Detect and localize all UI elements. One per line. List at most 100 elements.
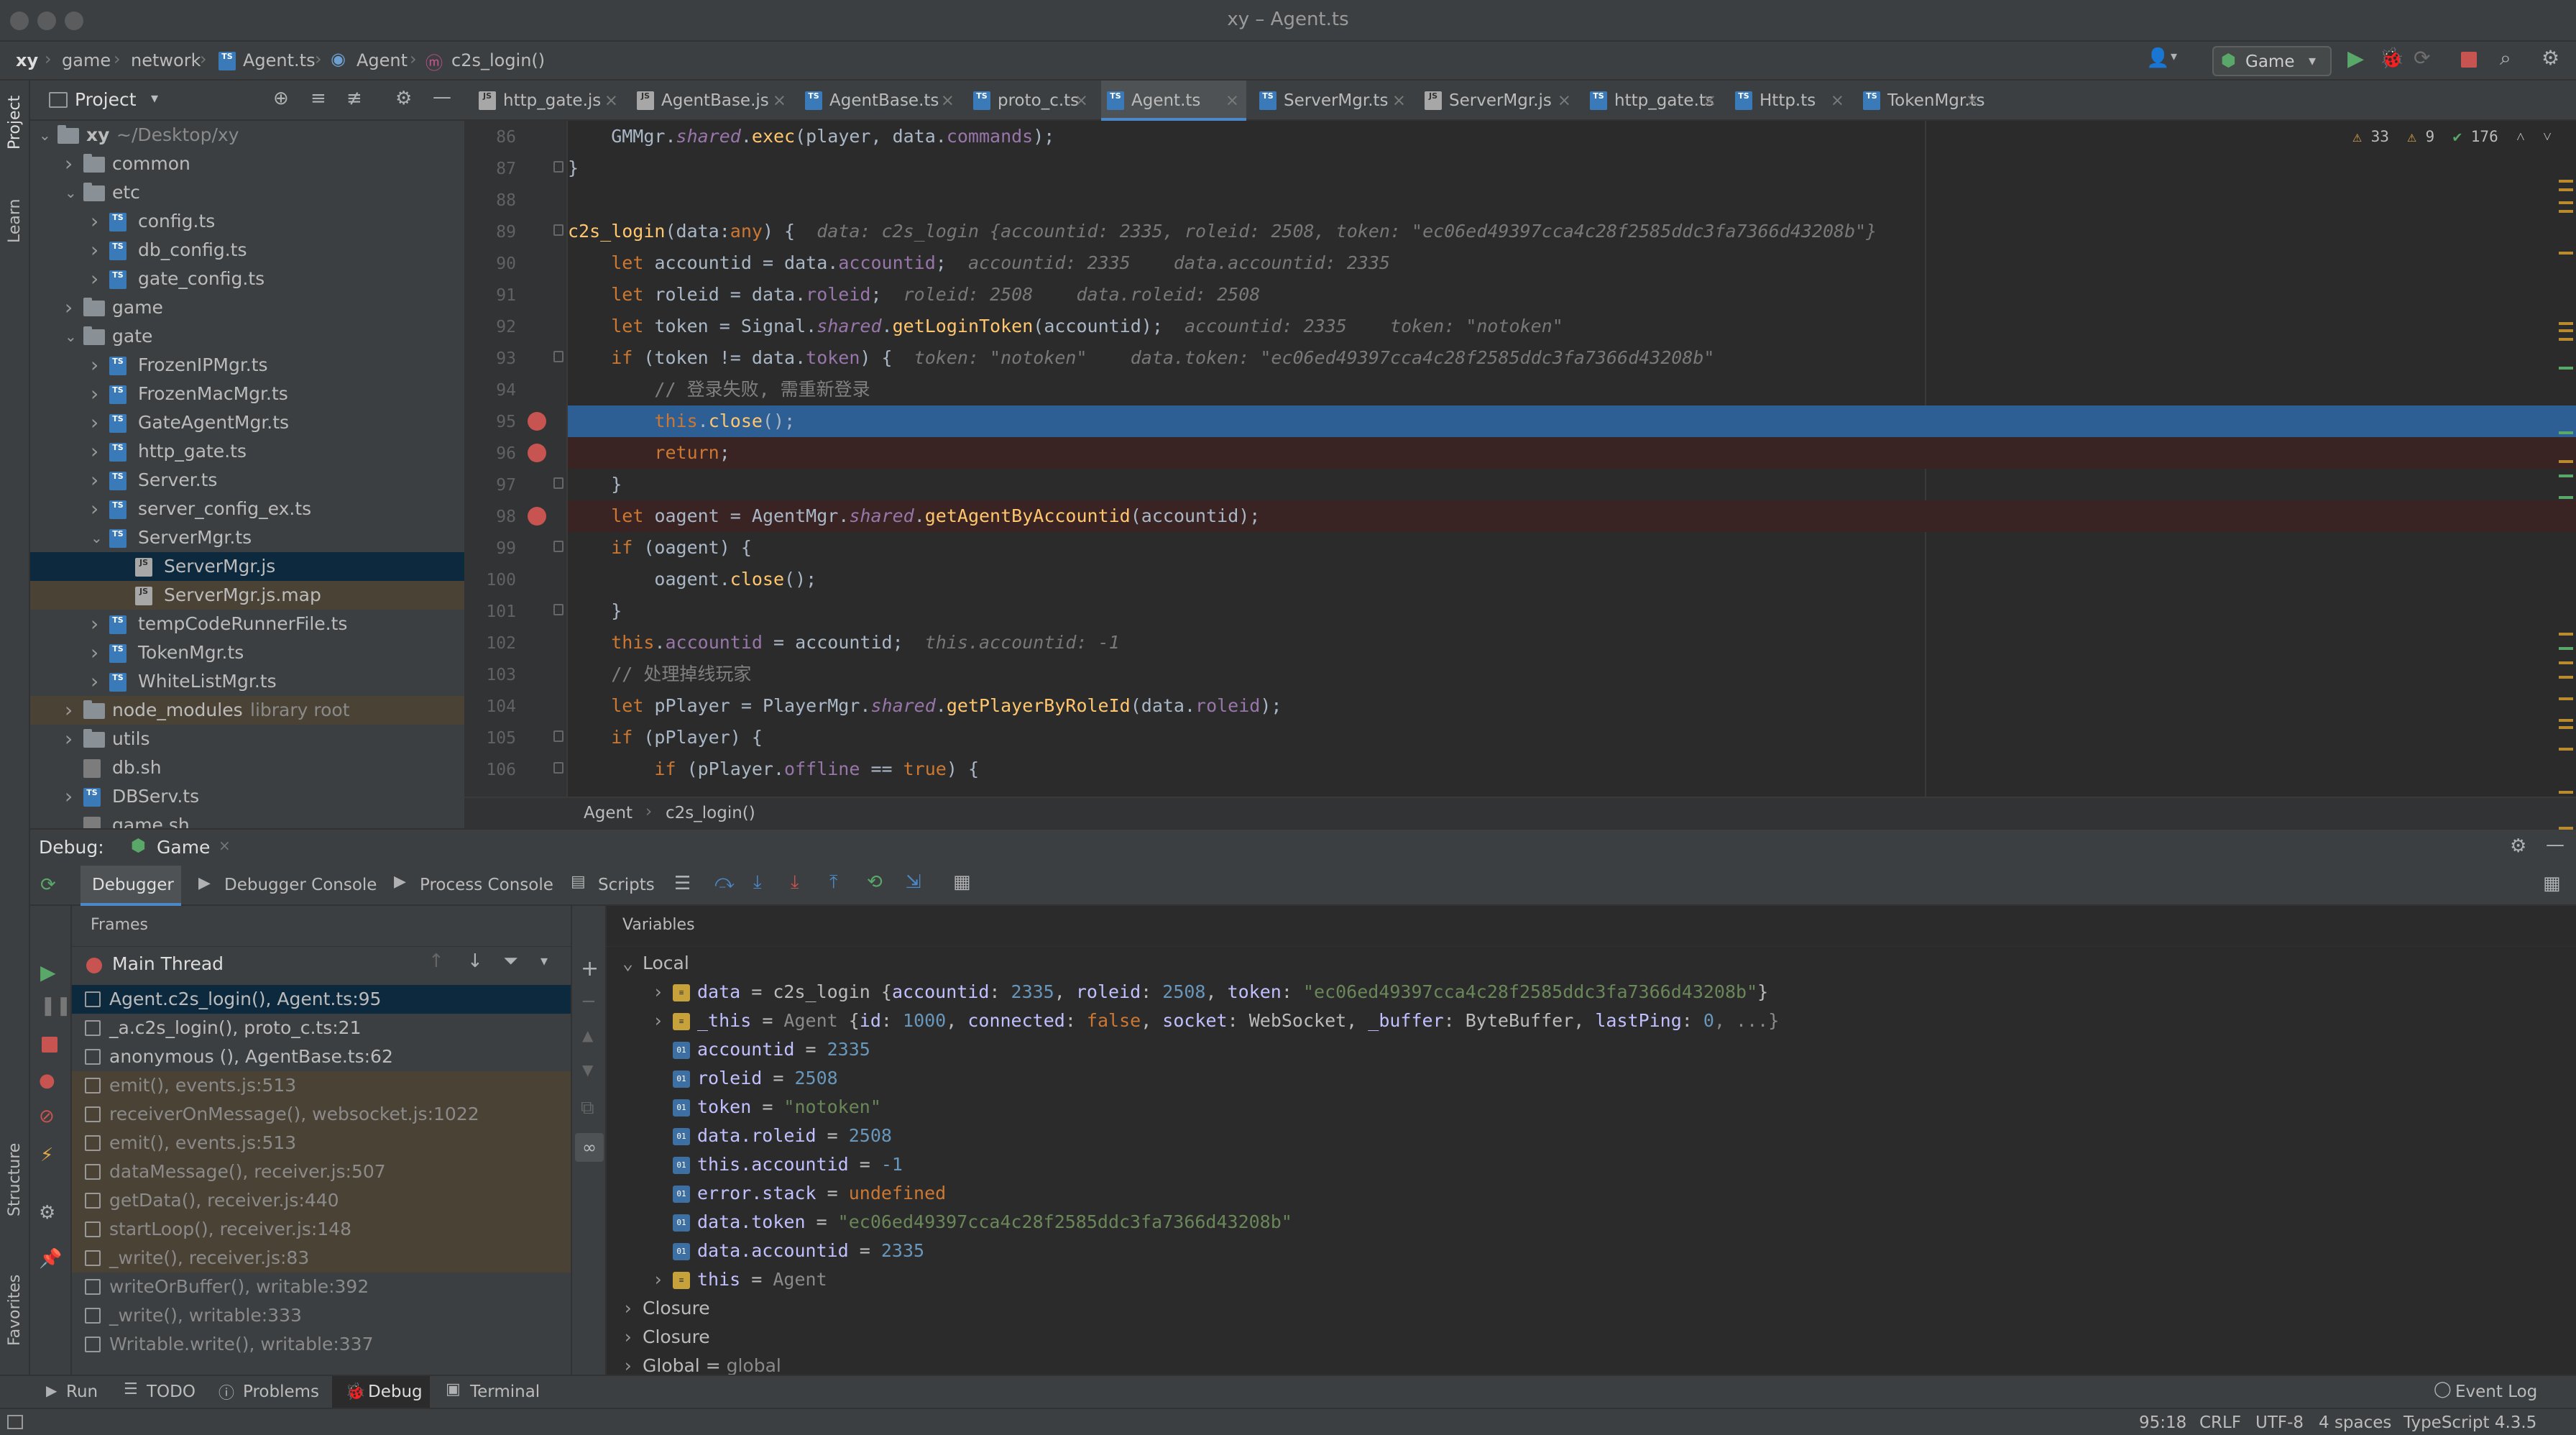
stop-icon[interactable] xyxy=(42,1037,58,1053)
tree-item[interactable]: › TS config.ts xyxy=(30,207,464,236)
variable-row[interactable]: 01 data.token = "ec06ed49397cca4c28f2585d… xyxy=(673,1208,1292,1237)
gear-icon[interactable]: ⚙ xyxy=(2510,835,2526,857)
arrow-down-icon[interactable]: ↓ xyxy=(467,950,483,972)
fold-marker-icon[interactable] xyxy=(553,477,564,489)
filter-icon[interactable]: ⏷ xyxy=(503,950,518,973)
chevron-down-icon[interactable]: ⌄ xyxy=(65,322,77,351)
variable-row[interactable]: 01 data.accountid = 2335 xyxy=(673,1237,924,1265)
tree-item[interactable]: JS ServerMgr.js.map xyxy=(30,581,464,610)
indent-setting[interactable]: 4 spaces xyxy=(2319,1413,2391,1432)
code-line[interactable]: if (oagent) { xyxy=(568,532,2576,564)
chevron-right-icon[interactable]: › xyxy=(91,610,98,638)
resume-icon[interactable]: ▶ xyxy=(40,961,56,984)
variables-closure-group[interactable]: › Closure xyxy=(622,1294,710,1323)
tab-agentbase-js[interactable]: JS AgentBase.js × xyxy=(631,81,794,121)
run-configuration-select[interactable]: ⬢ Game ▾ xyxy=(2212,46,2332,76)
chevron-down-icon[interactable]: ⌄ xyxy=(622,949,643,978)
tree-item[interactable]: db.sh xyxy=(30,753,464,782)
tab-agent-ts[interactable]: TS Agent.ts × xyxy=(1101,81,1246,121)
fold-marker-icon[interactable] xyxy=(553,351,564,362)
tool-window-project[interactable]: Project xyxy=(6,96,24,150)
code-line[interactable]: let accountid = data.accountid; accounti… xyxy=(568,247,2576,279)
close-icon[interactable]: × xyxy=(1075,81,1088,121)
code-line[interactable] xyxy=(568,184,2576,216)
project-panel-title[interactable]: Project xyxy=(75,89,137,110)
stack-frame[interactable]: _write(), receiver.js:83 xyxy=(72,1244,571,1273)
fold-marker-icon[interactable] xyxy=(553,730,564,742)
code-line[interactable]: oagent.close(); xyxy=(568,564,2576,595)
tree-item[interactable]: JS ServerMgr.js xyxy=(30,552,464,581)
breakpoint-icon[interactable] xyxy=(528,507,546,526)
code-line[interactable]: // 处理掉线玩家 xyxy=(568,659,2576,690)
move-up-icon[interactable]: ▲ xyxy=(582,1027,593,1044)
hide-panel-icon[interactable]: — xyxy=(2546,834,2564,856)
tree-item[interactable]: › utils xyxy=(30,725,464,753)
chevron-right-icon[interactable]: › xyxy=(65,725,73,753)
tool-window-structure[interactable]: Structure xyxy=(6,1143,24,1216)
tree-item[interactable]: ⌄ xy ~/Desktop/xy xyxy=(30,121,464,150)
gear-icon[interactable]: ⚙ xyxy=(2542,46,2559,70)
stop-icon[interactable] xyxy=(2461,52,2477,68)
collapse-all-icon[interactable]: ≢ xyxy=(346,88,362,109)
tree-item[interactable]: › TS DBServ.ts xyxy=(30,782,464,811)
tab-proto-c-ts[interactable]: TS proto_c.ts × xyxy=(967,81,1095,121)
close-icon[interactable]: × xyxy=(1558,81,1571,121)
user-account-icon[interactable]: 👤 xyxy=(2146,47,2169,69)
stack-frame[interactable]: receiverOnMessage(), websocket.js:1022 xyxy=(72,1100,571,1129)
stack-frame[interactable]: Writable.write(), writable:337 xyxy=(72,1330,571,1359)
chevron-right-icon[interactable]: › xyxy=(91,351,98,380)
code-line[interactable]: let pPlayer = PlayerMgr.shared.getPlayer… xyxy=(568,690,2576,722)
code-line[interactable]: return; xyxy=(568,437,2576,469)
tab-debugger-console[interactable]: Debugger Console xyxy=(224,876,377,894)
close-icon[interactable]: × xyxy=(1225,81,1239,121)
lightning-icon[interactable]: ⚡ xyxy=(40,1145,53,1166)
close-icon[interactable]: × xyxy=(1703,81,1716,121)
caret-position[interactable]: 95:18 xyxy=(2139,1413,2186,1432)
code-editor[interactable]: ⚠ 33 ⚠ 9 ✔ 176 ˄ ˅ GMMgr.shared.exec(pla… xyxy=(568,121,2576,797)
restart-frame-icon[interactable]: ⟲ xyxy=(867,871,883,893)
step-over-icon[interactable]: ⤼ xyxy=(714,871,735,894)
chevron-right-icon[interactable]: › xyxy=(653,1265,673,1294)
arrow-up-icon[interactable]: ↑ xyxy=(428,950,444,972)
chevron-right-icon[interactable]: › xyxy=(91,437,98,466)
tool-tab-problems[interactable]: Problems xyxy=(243,1376,319,1408)
tab-process-console[interactable]: Process Console xyxy=(420,876,553,894)
expand-all-icon[interactable]: ≡ xyxy=(310,88,326,109)
code-line[interactable]: let token = Signal.shared.getLoginToken(… xyxy=(568,311,2576,342)
variable-row[interactable]: 01 token = "notoken" xyxy=(673,1093,881,1122)
mute-breakpoints-icon[interactable]: ⊘ xyxy=(39,1106,55,1127)
tree-item[interactable]: › TS tempCodeRunnerFile.ts xyxy=(30,610,464,638)
tab-agentbase-ts[interactable]: TS AgentBase.ts × xyxy=(799,81,962,121)
gear-icon[interactable]: ⚙ xyxy=(39,1202,55,1224)
event-log[interactable]: Event Log xyxy=(2455,1376,2537,1408)
breakpoint-icon[interactable] xyxy=(528,412,546,431)
search-icon[interactable]: ⌕ xyxy=(2500,46,2511,70)
stack-frame[interactable]: Agent.c2s_login(), Agent.ts:95 xyxy=(72,985,571,1014)
stack-frame[interactable]: _write(), writable:333 xyxy=(72,1301,571,1330)
stack-frame[interactable]: _a.c2s_login(), proto_c.ts:21 xyxy=(72,1014,571,1042)
chevron-right-icon[interactable]: › xyxy=(91,466,98,495)
stack-frame[interactable]: dataMessage(), receiver.js:507 xyxy=(72,1157,571,1186)
chevron-down-icon[interactable]: ⌄ xyxy=(91,523,103,552)
code-line[interactable]: } xyxy=(568,152,2576,184)
tree-item[interactable]: › TS Server.ts xyxy=(30,466,464,495)
show-execution-point-icon[interactable]: ☰ xyxy=(674,873,691,894)
close-icon[interactable]: × xyxy=(1831,81,1844,121)
variable-row[interactable]: 01 roleid = 2508 xyxy=(673,1064,838,1093)
stack-frame[interactable]: getData(), receiver.js:440 xyxy=(72,1186,571,1215)
code-line[interactable]: let oagent = AgentMgr.shared.getAgentByA… xyxy=(568,500,2576,532)
chevron-right-icon[interactable]: › xyxy=(622,1323,643,1352)
code-line[interactable]: // 登录失败, 需重新登录 xyxy=(568,374,2576,405)
code-line[interactable]: this.close(); xyxy=(568,405,2576,437)
hide-panel-icon[interactable]: — xyxy=(433,86,451,108)
tree-item[interactable]: › TS gate_config.ts xyxy=(30,265,464,293)
evaluate-expression-icon[interactable]: ▦ xyxy=(953,871,971,893)
tree-item[interactable]: game.sh xyxy=(30,811,464,828)
rerun-icon[interactable]: ⟳ xyxy=(2414,46,2430,70)
breakpoint-icon[interactable] xyxy=(528,444,546,462)
tool-tab-terminal[interactable]: Terminal xyxy=(470,1376,540,1408)
code-breadcrumb-method[interactable]: c2s_login() xyxy=(666,804,755,822)
debug-session-tab[interactable]: Game xyxy=(157,837,210,858)
code-line[interactable]: } xyxy=(568,469,2576,500)
tree-item[interactable]: › game xyxy=(30,293,464,322)
